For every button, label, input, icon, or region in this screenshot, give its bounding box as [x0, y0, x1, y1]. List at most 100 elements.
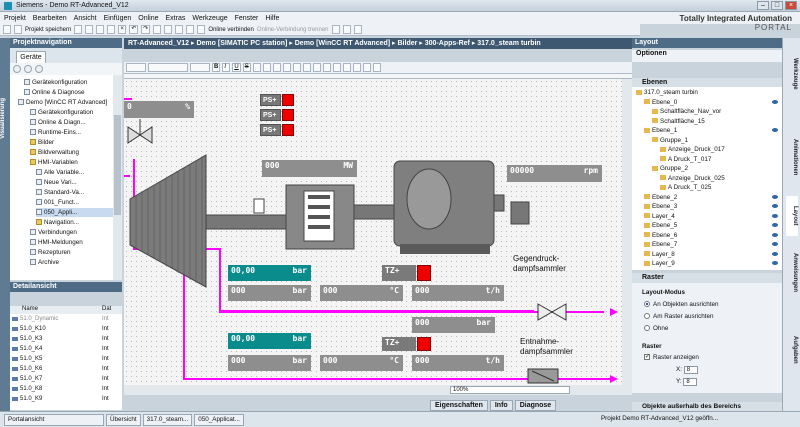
layers-header[interactable]: Ebenen	[632, 78, 782, 87]
copy-icon[interactable]	[96, 25, 105, 34]
visibility-eye-icon[interactable]	[772, 223, 778, 227]
fill-color-icon[interactable]	[282, 63, 291, 72]
detail-row[interactable]: 51.0_Dynamic Int	[10, 315, 122, 324]
tree-item[interactable]: HMI-Variablen	[30, 158, 113, 167]
distribute-icon[interactable]	[362, 63, 371, 72]
tree-item[interactable]: Bildverwaltung	[30, 148, 113, 157]
visibility-eye-icon[interactable]	[772, 99, 778, 104]
layer-item[interactable]: Gruppe_1	[652, 136, 688, 145]
task-tab-animationen[interactable]: Animationen	[786, 122, 798, 192]
new-icon[interactable]	[3, 25, 11, 34]
col-type[interactable]: Dat	[102, 306, 111, 312]
zoom-select[interactable]: 100%	[450, 386, 570, 394]
visibility-eye-icon[interactable]	[772, 194, 778, 199]
undo-icon[interactable]: ↶	[129, 25, 139, 34]
split-icon[interactable]	[353, 25, 362, 34]
tree-scrollbar[interactable]	[113, 75, 122, 280]
paste-icon[interactable]	[107, 25, 116, 34]
layer-item[interactable]: Ebene_0	[644, 98, 677, 107]
group-icon[interactable]	[332, 63, 341, 72]
delete-icon[interactable]: ×	[118, 25, 127, 34]
layer-item[interactable]: Anzeige_Druck_017	[660, 145, 725, 154]
option-none[interactable]: Ohne	[644, 325, 668, 332]
editor-tab-applic[interactable]: 050_Applicat...	[194, 413, 244, 426]
tz-button-1[interactable]: TZ+	[382, 265, 416, 281]
show-grid-checkbox[interactable]: ✓ Raster anzeigen	[644, 354, 699, 361]
layer-item[interactable]: Ebene_5	[644, 221, 677, 230]
tab-diagnose[interactable]: Diagnose	[514, 400, 557, 411]
layer-item[interactable]: A Druck_T_025	[660, 183, 711, 192]
layer-item[interactable]: 317.0_steam turbin	[636, 88, 698, 97]
tree-item[interactable]: Gerätekonfiguration	[24, 78, 113, 87]
layer-item[interactable]: Schaltfläche_15	[652, 117, 705, 126]
tree-scrollbar-thumb[interactable]	[114, 115, 121, 215]
visibility-eye-icon[interactable]	[772, 213, 778, 218]
download-icon[interactable]	[164, 25, 173, 34]
size-select[interactable]	[148, 63, 188, 72]
tree-item[interactable]: Rezepturen	[30, 248, 113, 257]
detail-row[interactable]: 51.0_K3 Int	[10, 335, 122, 344]
col-name[interactable]: Name	[22, 306, 38, 312]
tree-item[interactable]: 001_Funct...	[36, 198, 113, 207]
grid-x-input[interactable]: 8	[683, 366, 698, 374]
send-back-icon[interactable]	[322, 63, 331, 72]
tree-item[interactable]: Standard-Va...	[36, 188, 113, 197]
task-tab-layout[interactable]: Layout	[786, 196, 798, 236]
close-button[interactable]: ×	[785, 1, 797, 10]
layer-item[interactable]: Ebene_1	[644, 126, 677, 135]
tree-item[interactable]: Runtime-Eins...	[30, 128, 113, 137]
refresh-icon[interactable]	[35, 65, 43, 73]
layer-item[interactable]: Gruppe_2	[652, 164, 688, 173]
tree-item[interactable]: Online & Diagn...	[30, 118, 113, 127]
layer-item[interactable]: Ebene_6	[644, 231, 677, 240]
style-select[interactable]	[190, 63, 210, 72]
task-tab-anweisungen[interactable]: Anweisungen	[786, 238, 798, 308]
tab-geraete[interactable]: Geräte	[16, 51, 46, 63]
overview-button[interactable]: Übersicht	[106, 413, 141, 426]
text-color-icon[interactable]	[302, 63, 311, 72]
menu-projekt[interactable]: Projekt	[4, 15, 26, 22]
tree-item[interactable]: Navigation...	[36, 218, 113, 227]
pressure-setpoint-2[interactable]: 00,00 bar	[228, 333, 311, 349]
tree-item[interactable]: Neue Vari...	[36, 178, 113, 187]
detail-row[interactable]: 51.0_K6 Int	[10, 365, 122, 374]
layer-item[interactable]: A Druck_T_017	[660, 155, 711, 164]
italic-button[interactable]: I	[222, 63, 231, 72]
tree-item[interactable]: HMI-Meldungen	[30, 238, 113, 247]
detail-row[interactable]: 51.0_K8 Int	[10, 385, 122, 394]
strike-button[interactable]: S	[242, 63, 251, 72]
checkbox-check-icon[interactable]: ✓	[644, 354, 650, 361]
ps-button-3[interactable]: PS+	[260, 124, 281, 136]
bring-front-icon[interactable]	[312, 63, 321, 72]
ps-button-2[interactable]: PS+	[260, 109, 281, 121]
visibility-eye-icon[interactable]	[772, 128, 778, 132]
ps-button-1[interactable]: PS+	[260, 94, 281, 106]
monitor-icon[interactable]	[342, 25, 351, 34]
tree-item[interactable]: Bilder	[30, 138, 113, 147]
radio-objects-icon[interactable]	[644, 301, 650, 308]
layer-item[interactable]: Layer_9	[644, 259, 675, 268]
menu-bearbeiten[interactable]: Bearbeiten	[33, 15, 67, 22]
open-icon[interactable]	[14, 25, 22, 34]
tz-button-2[interactable]: TZ+	[382, 337, 416, 351]
align-objects-icon[interactable]	[352, 63, 361, 72]
portal-view-button[interactable]: Portalansicht	[4, 413, 104, 426]
forward-icon[interactable]	[24, 65, 32, 73]
task-tab-aufgaben[interactable]: Aufgaben	[786, 320, 798, 380]
layer-item[interactable]: Layer_4	[644, 212, 675, 221]
maximize-button[interactable]: □	[771, 1, 783, 10]
menu-hilfe[interactable]: Hilfe	[265, 15, 279, 22]
option-objects[interactable]: An Objekten ausrichten	[644, 301, 718, 308]
online-connect-button[interactable]: Online verbinden	[208, 27, 253, 33]
left-sidebar-strip[interactable]: Visualisierung	[0, 38, 10, 411]
visibility-eye-icon[interactable]	[772, 242, 778, 246]
menu-ansicht[interactable]: Ansicht	[74, 15, 97, 22]
tree-item[interactable]: Online & Diagnose	[24, 88, 113, 97]
layer-item[interactable]: Ebene_2	[644, 193, 677, 202]
online-disconnect-button[interactable]: Online-Verbindung trennen	[257, 27, 329, 33]
grid-icon[interactable]	[372, 63, 381, 72]
save-project-button[interactable]: Projekt speichern	[25, 27, 71, 33]
detail-row[interactable]: 51.0_K4 Int	[10, 345, 122, 354]
radio-none-icon[interactable]	[644, 325, 650, 332]
redo-icon[interactable]: ↷	[141, 25, 151, 34]
